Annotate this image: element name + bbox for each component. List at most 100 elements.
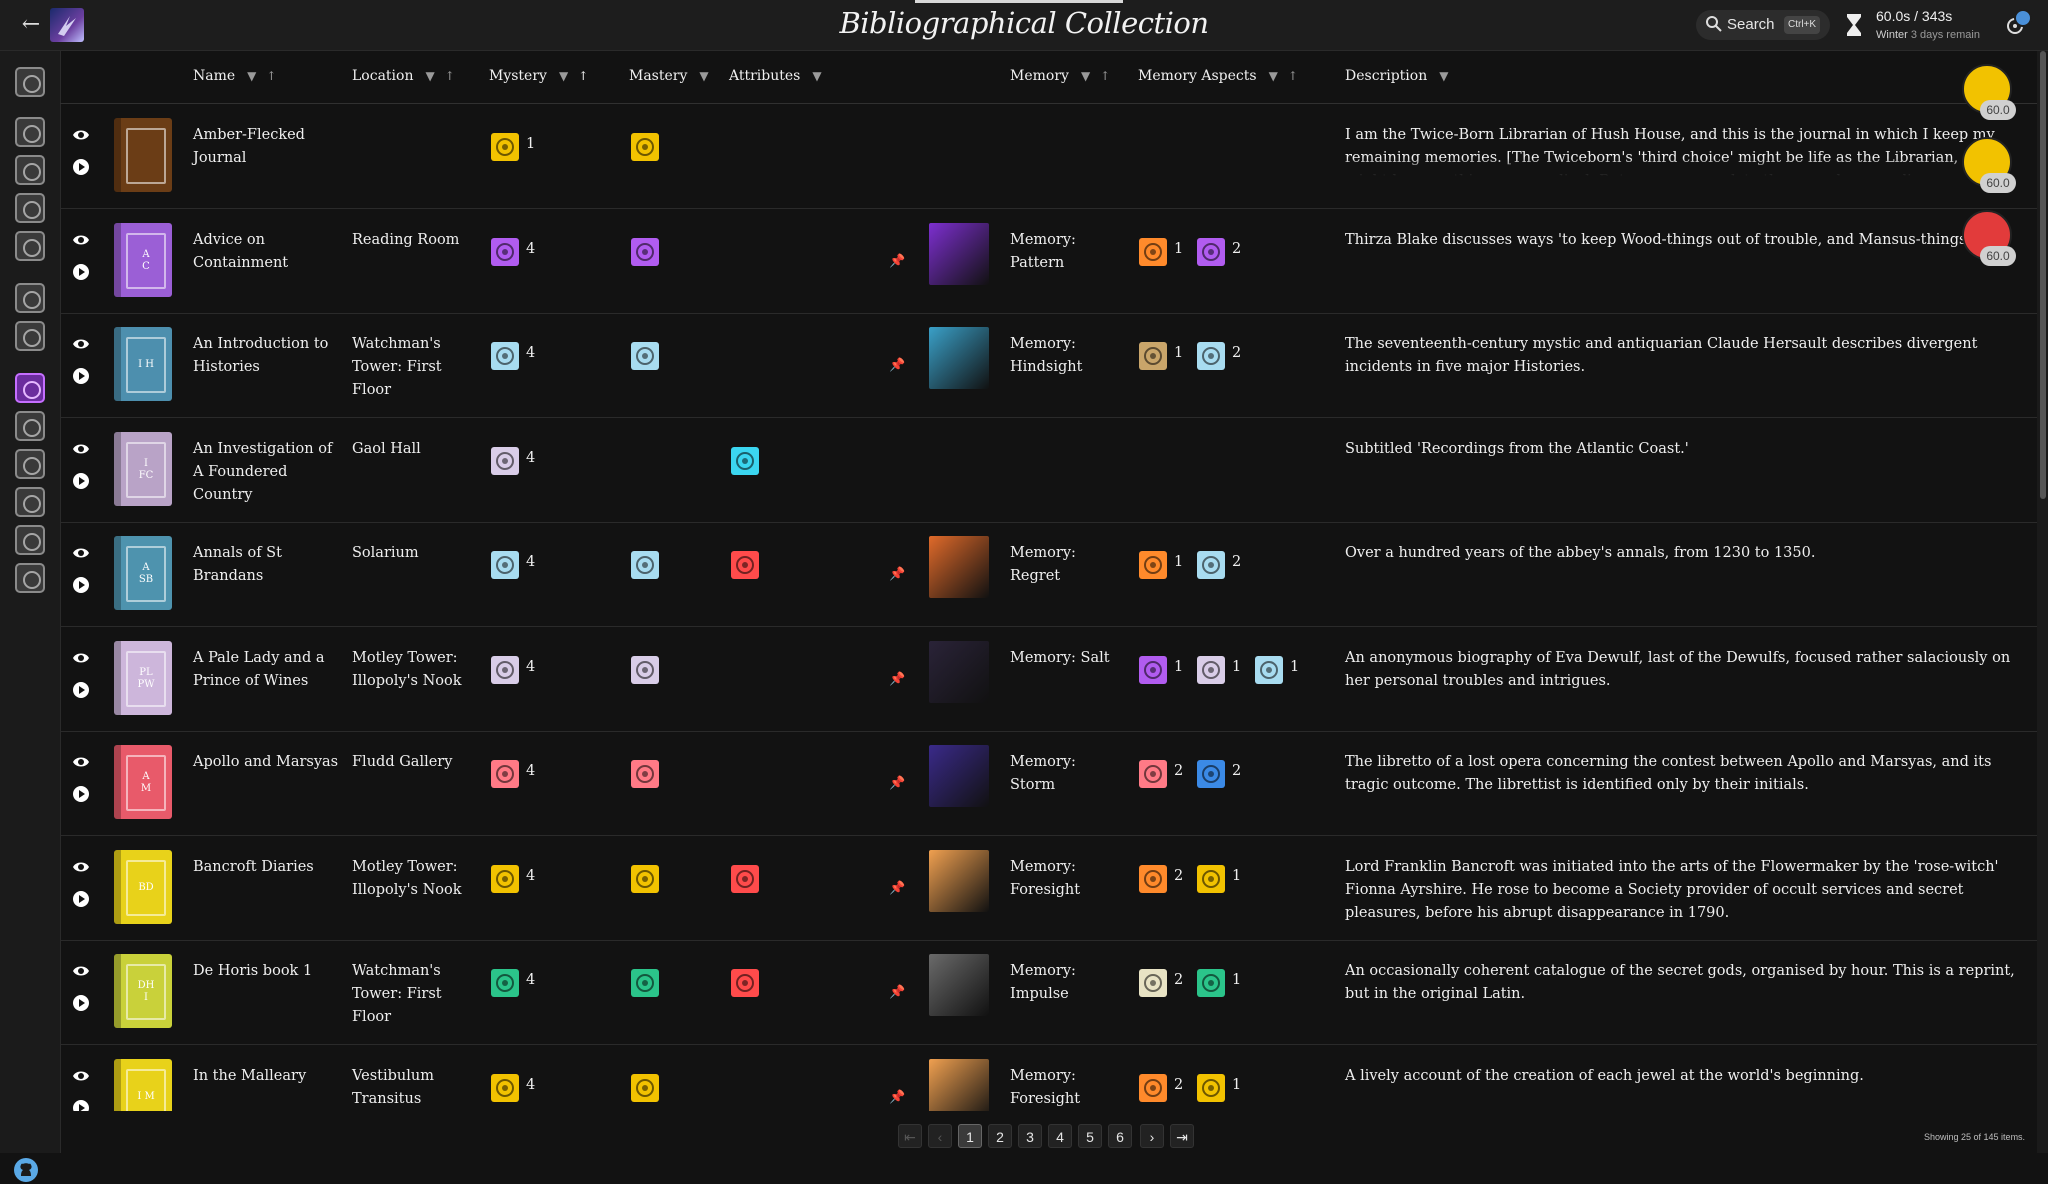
heart-shelf-icon[interactable] [15,321,45,351]
floating-badge[interactable]: 60.0 [1962,210,2016,266]
scrollbar[interactable] [2037,51,2048,1153]
first-page-button[interactable]: ⇤ [898,1124,922,1148]
memory-image[interactable] [929,327,989,389]
column-header-memory-aspects[interactable]: Memory Aspects ▼↑ [1138,68,1308,84]
column-header-mystery[interactable]: Mystery ▼↑ [489,68,598,84]
memory-image[interactable] [929,640,989,703]
filter-icon[interactable]: ▼ [247,69,266,83]
pin-icon[interactable]: 📌 [889,358,905,373]
eye-icon[interactable] [72,649,90,667]
pin-icon[interactable]: 📌 [889,254,905,269]
page-button[interactable]: 3 [1018,1124,1042,1148]
filter-icon[interactable]: ▼ [1269,69,1288,83]
play-icon[interactable] [72,263,90,281]
memory-image[interactable] [929,745,989,807]
table-row[interactable]: I FC An Investigation of A Foundered Coun… [60,418,2037,523]
memory-image[interactable] [929,536,989,598]
table-row[interactable]: Amber-Flecked Journal 1 I am the Twice-Bor… [60,104,2037,209]
filter-icon[interactable]: ▼ [559,69,578,83]
play-icon[interactable] [72,994,90,1012]
play-icon[interactable] [72,367,90,385]
page-button[interactable]: 5 [1078,1124,1102,1148]
table-row[interactable]: I M In the Malleary Vestibulum Transitus 4 📌… [60,1045,2037,1112]
pin-icon[interactable]: 📌 [889,985,905,1000]
knock-shelf-icon[interactable] [15,117,45,147]
pin-icon[interactable]: 📌 [889,776,905,791]
floating-badge[interactable]: 60.0 [1962,137,2016,193]
sky-shelf-icon[interactable] [15,449,45,479]
play-icon[interactable] [72,158,90,176]
column-header-mastery[interactable]: Mastery ▼ [629,68,719,84]
eye-icon[interactable] [72,231,90,249]
memory-image[interactable] [929,1058,989,1111]
moth-shelf-icon[interactable] [15,525,45,555]
edge-shelf-icon[interactable] [15,411,45,441]
eye-icon[interactable] [72,335,90,353]
filter-icon[interactable]: ▼ [812,69,831,83]
winter-shelf-icon[interactable] [15,231,45,261]
eye-icon[interactable] [72,1067,90,1085]
column-header-memory[interactable]: Memory ▼↑ [1010,68,1120,84]
table-row[interactable]: DH I De Horis book 1 Watchman's Tower: Fir… [60,940,2037,1045]
book-cover[interactable]: BD [114,849,172,924]
play-icon[interactable] [72,1099,90,1112]
pin-icon[interactable]: 📌 [889,881,905,896]
filter-icon[interactable]: ▼ [1439,69,1458,83]
book-cover[interactable]: PL PW [114,640,172,715]
memory-image[interactable] [929,954,989,1016]
play-icon[interactable] [72,472,90,490]
moon-shelf-icon[interactable] [15,155,45,185]
column-header-name[interactable]: Name ▼↑ [193,68,286,84]
page-button[interactable]: 1 [958,1124,982,1148]
book-cover[interactable] [114,118,172,192]
table-row[interactable]: A C Advice on Containment Reading Room 4 📌 Me… [60,209,2037,314]
next-page-button[interactable]: › [1140,1124,1164,1148]
github-icon[interactable] [12,1156,40,1184]
book-cover[interactable]: I FC [114,431,172,506]
sort-icon[interactable]: ↑ [445,69,465,83]
eye-icon[interactable] [72,962,90,980]
column-header-description[interactable]: Description ▼ [1345,68,1458,84]
sort-icon[interactable]: ↑ [578,69,598,83]
page-button[interactable]: 4 [1048,1124,1072,1148]
book-cover[interactable]: I H [114,327,172,401]
column-header-location[interactable]: Location ▼↑ [352,68,465,84]
pin-icon[interactable]: 📌 [889,567,905,582]
prev-page-button[interactable]: ‹ [928,1124,952,1148]
table-row[interactable]: BD Bancroft Diaries Motley Tower: Illopoly… [60,836,2037,941]
grail-chest-icon[interactable] [15,67,45,97]
table-row[interactable]: A SB Annals of St Brandans Solarium 4 📌 Memor… [60,522,2037,627]
table-row[interactable]: I H An Introduction to Histories Watchman'… [60,313,2037,418]
search-button[interactable]: Search Ctrl+K [1696,10,1830,40]
book-cover[interactable]: A M [114,745,172,819]
memory-image[interactable] [929,222,989,285]
eye-icon[interactable] [72,753,90,771]
sort-icon[interactable]: ↑ [1100,69,1120,83]
table-row[interactable]: A M Apollo and Marsyas Fludd Gallery 4 📌 Memo… [60,731,2037,836]
book-cover[interactable]: A SB [114,536,172,610]
filter-icon[interactable]: ▼ [699,69,718,83]
knock-purple-icon[interactable] [15,373,45,403]
forge-shelf-icon[interactable] [15,193,45,223]
eye-icon[interactable] [72,544,90,562]
floating-badge[interactable]: 60.0 [1962,64,2016,120]
table-row[interactable]: PL PW A Pale Lady and a Prince of Wines Mo… [60,627,2037,732]
play-icon[interactable] [72,576,90,594]
sort-icon[interactable]: ↑ [266,69,286,83]
pin-icon[interactable]: 📌 [889,1090,905,1105]
play-icon[interactable] [72,785,90,803]
scale-shelf-icon[interactable] [15,563,45,593]
eye-icon[interactable] [72,126,90,144]
filter-icon[interactable]: ▼ [425,69,444,83]
page-button[interactable]: 6 [1108,1124,1132,1148]
filter-icon[interactable]: ▼ [1081,69,1100,83]
column-header-attributes[interactable]: Attributes ▼ [729,68,832,84]
lantern-shelf-icon[interactable] [15,283,45,313]
sort-icon[interactable]: ↑ [1288,69,1308,83]
book-cover[interactable]: DH I [114,954,172,1028]
play-icon[interactable] [72,890,90,908]
page-button[interactable]: 2 [988,1124,1012,1148]
eye-icon[interactable] [72,858,90,876]
book-cover[interactable]: A C [114,222,172,297]
eye-icon[interactable] [72,440,90,458]
